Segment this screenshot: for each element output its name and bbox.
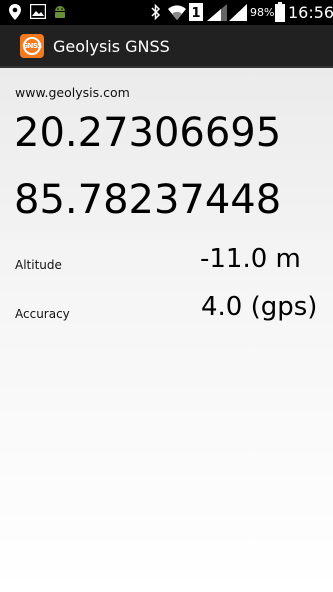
- signal-2-icon: [229, 4, 247, 21]
- app-title: Geolysis GNSS: [53, 37, 170, 56]
- accuracy-value: 4.0 (gps): [201, 292, 318, 322]
- longitude-value: 85.78237448: [14, 177, 282, 223]
- accuracy-label: Accuracy: [15, 307, 70, 321]
- logo-text: GNSS: [22, 42, 42, 50]
- signal-icon: [207, 4, 227, 21]
- action-bar: GNSS Geolysis GNSS: [0, 25, 333, 68]
- altitude-label: Altitude: [15, 258, 62, 272]
- altitude-value: -11.0 m: [200, 244, 301, 274]
- image-icon: [30, 4, 46, 19]
- app-logo-icon[interactable]: GNSS: [20, 34, 44, 58]
- battery-percent: 98%: [250, 6, 275, 19]
- latitude-value: 20.27306695: [14, 110, 282, 156]
- svg-text:1: 1: [191, 6, 200, 21]
- bluetooth-icon: [151, 3, 161, 21]
- location-pin-icon: [9, 4, 21, 20]
- android-icon: [55, 6, 65, 18]
- battery-icon: [275, 2, 285, 22]
- website-text: www.geolysis.com: [15, 85, 130, 100]
- clock: 16:56: [288, 3, 333, 22]
- wifi-icon: [168, 5, 186, 20]
- sim-1-icon: 1: [189, 3, 203, 21]
- status-bar: 1 98% 16:56: [0, 0, 333, 25]
- main-content: www.geolysis.com 20.27306695 85.78237448…: [0, 68, 333, 592]
